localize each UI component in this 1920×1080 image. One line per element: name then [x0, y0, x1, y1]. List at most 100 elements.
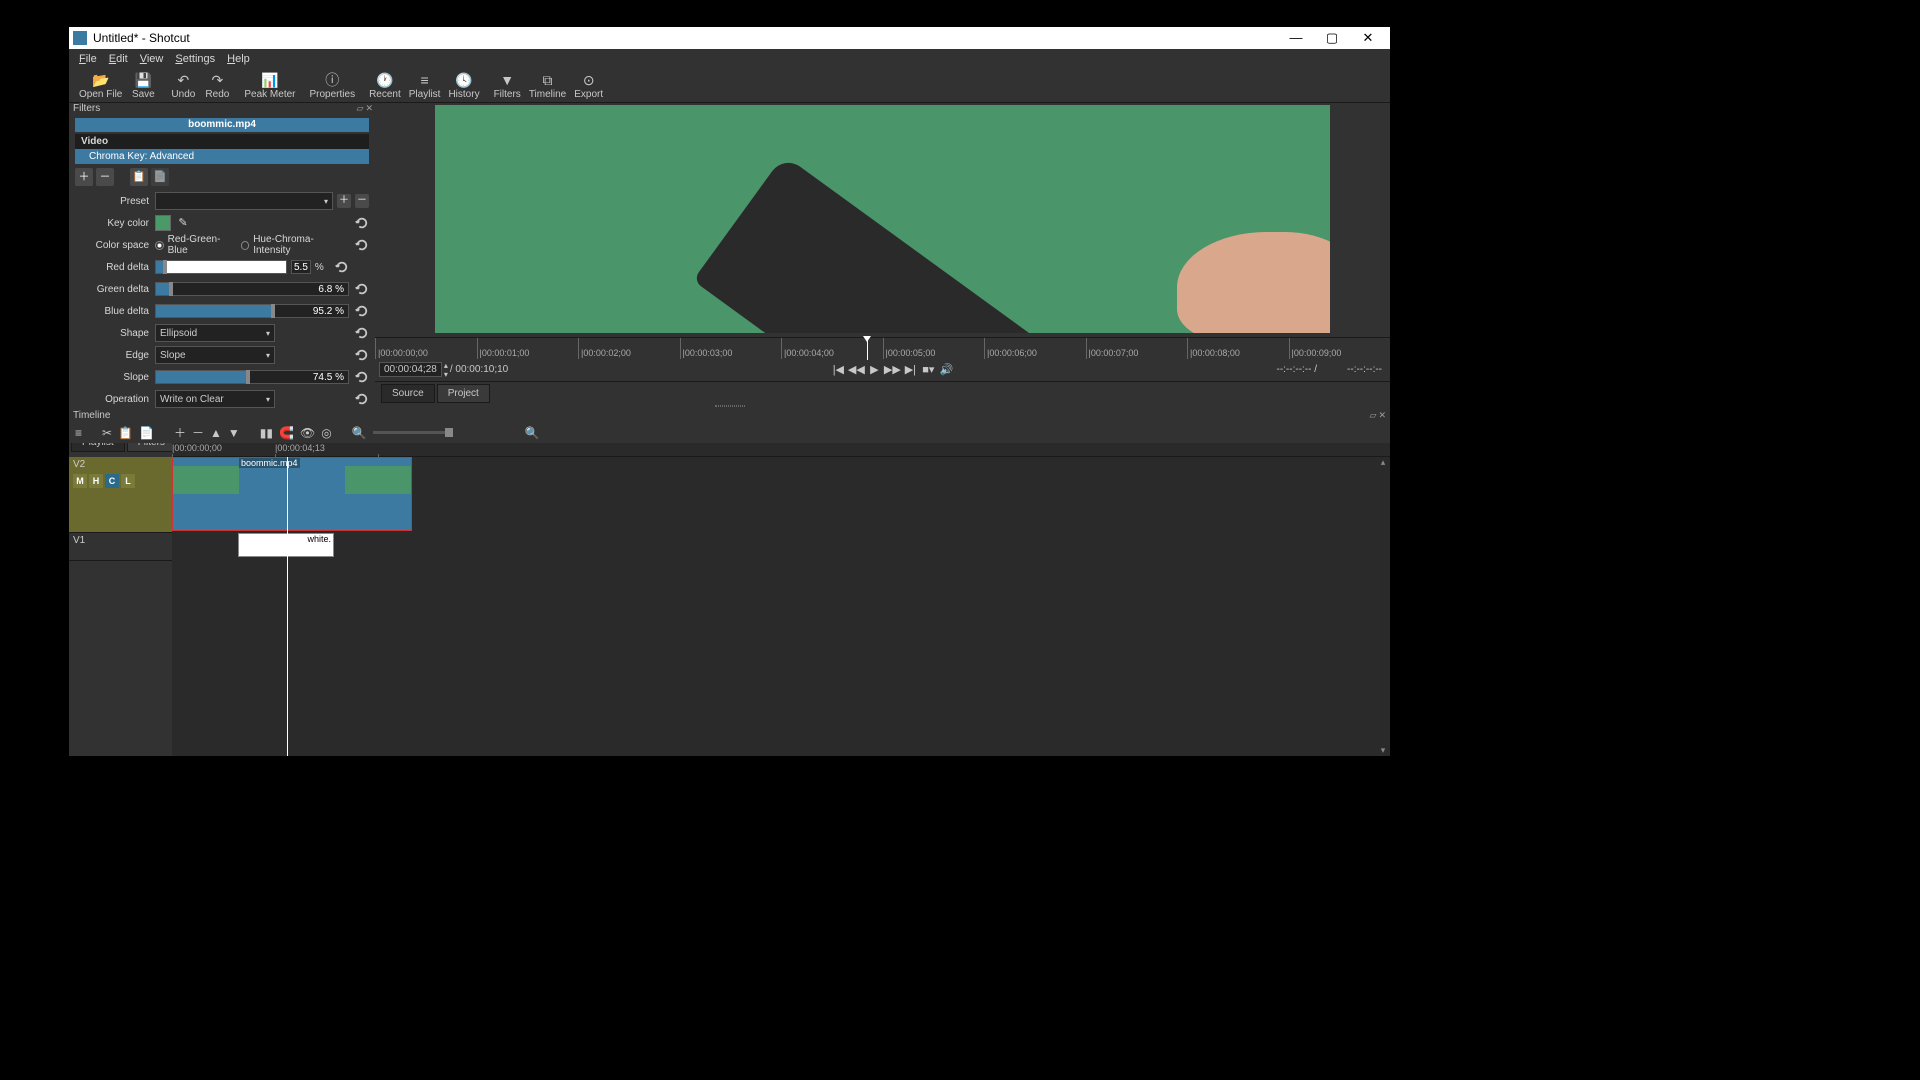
- volume-button[interactable]: 🔊: [937, 363, 955, 376]
- scroll-down-icon[interactable]: ▾: [1381, 745, 1386, 756]
- keycolor-reset-button[interactable]: [353, 216, 369, 230]
- video-preview[interactable]: [435, 105, 1330, 333]
- colorspace-reset-button[interactable]: [354, 238, 369, 252]
- remove-filter-button[interactable]: －: [96, 168, 114, 186]
- toolbar-playlist-button[interactable]: ≡Playlist: [405, 72, 445, 100]
- maximize-button[interactable]: ▢: [1314, 27, 1350, 49]
- track-hide-badge[interactable]: H: [89, 474, 103, 488]
- scroll-up-icon[interactable]: ▴: [1381, 457, 1386, 468]
- panel-float-icon[interactable]: ▱: [357, 103, 364, 114]
- filters-panel: Filters ▱ ✕ boommic.mp4 Video Chroma Key…: [69, 103, 375, 403]
- track-lock-badge[interactable]: L: [121, 474, 135, 488]
- filters-icon: ▼: [500, 72, 514, 88]
- keycolor-swatch[interactable]: [155, 215, 171, 231]
- timecode-current[interactable]: 00:00:04;28: [379, 362, 442, 377]
- toolbar-redo-button[interactable]: ↷Redo: [200, 72, 234, 100]
- play-button[interactable]: ▶: [865, 363, 883, 376]
- eyedropper-icon[interactable]: ✎: [175, 215, 191, 231]
- timeline-ruler[interactable]: |00:00:00;00 |00:00:04;13: [172, 443, 1390, 457]
- append-button[interactable]: ＋: [174, 424, 186, 441]
- track-composite-badge[interactable]: C: [105, 474, 119, 488]
- toolbar-properties-button[interactable]: ⓘProperties: [306, 72, 360, 100]
- filter-list-item[interactable]: Chroma Key: Advanced: [75, 149, 369, 164]
- rewind-button[interactable]: ◀◀: [847, 363, 865, 376]
- edge-combo[interactable]: Slope: [155, 346, 275, 364]
- greendelta-slider[interactable]: 6.8 %: [155, 282, 349, 296]
- open-file-icon: 📂: [92, 72, 109, 88]
- menu-view[interactable]: View: [134, 51, 170, 67]
- reddelta-slider[interactable]: [155, 260, 287, 274]
- snap-button[interactable]: 🧲: [279, 426, 294, 440]
- tab-source[interactable]: Source: [381, 384, 435, 403]
- menu-file[interactable]: File: [73, 51, 103, 67]
- minimize-button[interactable]: —: [1278, 27, 1314, 49]
- close-button[interactable]: ✕: [1350, 27, 1386, 49]
- timeline-playhead[interactable]: [287, 457, 288, 757]
- overwrite-button[interactable]: ▼: [228, 426, 240, 440]
- reddelta-value[interactable]: 5.5: [294, 262, 308, 273]
- zoom-toggle-button[interactable]: ■▾: [919, 363, 937, 376]
- timecode-total: / 00:00:10;10: [450, 364, 508, 375]
- track-header-v1[interactable]: V1: [69, 533, 172, 561]
- timeline-scrollbar[interactable]: ▴ ▾: [1376, 457, 1390, 757]
- track-header-v2[interactable]: V2 M H C L: [69, 457, 172, 533]
- toolbar-undo-button[interactable]: ↶Undo: [166, 72, 200, 100]
- toolbar-history-button[interactable]: 🕓History: [444, 72, 483, 100]
- timeline-float-icon[interactable]: ▱: [1370, 410, 1377, 421]
- shape-reset-button[interactable]: [353, 326, 369, 340]
- toolbar-recent-button[interactable]: 🕐Recent: [365, 72, 405, 100]
- edge-reset-button[interactable]: [353, 348, 369, 362]
- track-mute-badge[interactable]: M: [73, 474, 87, 488]
- playhead-icon[interactable]: [867, 338, 868, 360]
- timeline-track-area[interactable]: boommic.mp4 white.: [172, 457, 1376, 757]
- colorspace-hci-radio[interactable]: [241, 241, 250, 250]
- shape-combo[interactable]: Ellipsoid: [155, 324, 275, 342]
- timeline-clip-v2[interactable]: boommic.mp4: [172, 457, 412, 531]
- toolbar-timeline-button[interactable]: ⧉Timeline: [525, 72, 570, 100]
- timeline-clip-v1[interactable]: white.: [238, 533, 334, 557]
- fastforward-button[interactable]: ▶▶: [883, 363, 901, 376]
- preset-combo[interactable]: [155, 192, 333, 210]
- player-ruler[interactable]: |00:00:00;00|00:00:01;00|00:00:02;00|00:…: [375, 337, 1390, 359]
- zoom-in-button[interactable]: 🔍: [525, 426, 540, 440]
- slope-slider[interactable]: 74.5 %: [155, 370, 349, 384]
- colorspace-rgb-radio[interactable]: [155, 241, 164, 250]
- slope-reset-button[interactable]: [353, 370, 369, 384]
- ruler-tick: |00:00:05;00: [883, 338, 985, 359]
- bluedelta-slider[interactable]: 95.2 %: [155, 304, 349, 318]
- copy-filter-button[interactable]: 📋: [130, 168, 148, 186]
- toolbar-save-button[interactable]: 💾Save: [126, 72, 160, 100]
- paste-button[interactable]: 📄: [139, 426, 154, 440]
- zoom-out-button[interactable]: 🔍: [352, 426, 367, 440]
- copy-button[interactable]: 📋: [118, 426, 133, 440]
- skip-start-button[interactable]: |◀: [829, 363, 847, 376]
- timeline-close-icon[interactable]: ✕: [1378, 410, 1386, 421]
- paste-filter-button[interactable]: 📄: [151, 168, 169, 186]
- toolbar-export-button[interactable]: ⊙Export: [570, 72, 607, 100]
- toolbar-open-file-button[interactable]: 📂Open File: [75, 72, 126, 100]
- remove-button[interactable]: －: [192, 424, 204, 441]
- skip-end-button[interactable]: ▶|: [901, 363, 919, 376]
- toolbar-peak-meter-button[interactable]: 📊Peak Meter: [240, 72, 299, 100]
- zoom-slider[interactable]: [373, 431, 453, 434]
- toolbar-filters-button[interactable]: ▼Filters: [490, 72, 525, 100]
- add-filter-button[interactable]: ＋: [75, 168, 93, 186]
- preset-add-button[interactable]: ＋: [337, 194, 351, 208]
- cut-button[interactable]: ✂: [102, 426, 112, 440]
- menu-help[interactable]: Help: [221, 51, 256, 67]
- clip-label: white.: [307, 534, 331, 544]
- panel-close-icon[interactable]: ✕: [365, 103, 373, 114]
- scrub-button[interactable]: 👁: [300, 426, 315, 440]
- tab-project[interactable]: Project: [437, 384, 490, 403]
- greendelta-reset-button[interactable]: [353, 282, 369, 296]
- timeline-menu-button[interactable]: ≡: [75, 426, 82, 440]
- ripple-button[interactable]: ◎: [321, 426, 331, 440]
- timecode-spinner[interactable]: ▴▾: [444, 361, 448, 379]
- split-button[interactable]: ▮▮: [260, 426, 273, 440]
- bluedelta-reset-button[interactable]: [353, 304, 369, 318]
- menu-edit[interactable]: Edit: [103, 51, 134, 67]
- lift-button[interactable]: ▲: [210, 426, 222, 440]
- reddelta-reset-button[interactable]: [333, 260, 349, 274]
- menu-settings[interactable]: Settings: [169, 51, 221, 67]
- preset-remove-button[interactable]: －: [355, 194, 369, 208]
